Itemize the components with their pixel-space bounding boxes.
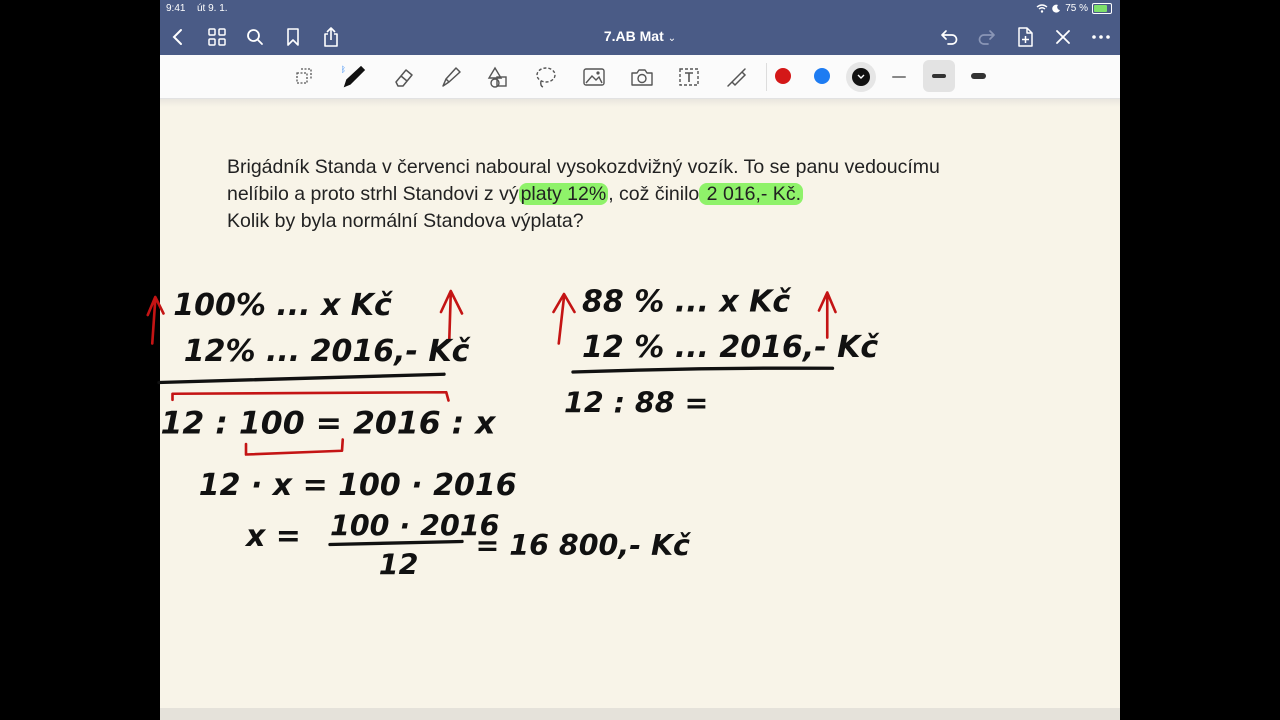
handwriting-left-proportion: 12 : 100 = 2016 : x <box>161 406 498 442</box>
close-button[interactable] <box>1047 18 1079 55</box>
handwriting-right-proportion: 12 : 88 = <box>564 387 708 420</box>
moon-icon <box>1052 4 1061 13</box>
bracket-inner <box>244 438 345 456</box>
divider-line-left <box>157 372 446 385</box>
arrow-right-1 <box>552 292 576 345</box>
redo-button[interactable] <box>971 18 1003 55</box>
arrow-left-1 <box>146 295 165 345</box>
battery-icon <box>1092 3 1112 14</box>
handwriting-left-step2-lhs: x = <box>244 519 301 554</box>
handwriting-left-step2-numerator: 100 · 2016 <box>330 510 499 543</box>
status-right: 75 % <box>1036 3 1112 14</box>
thickness-thick-option[interactable] <box>971 73 986 79</box>
handwriting-right-row1: 88 % ... x Kč <box>582 284 792 319</box>
handwriting-right-row2: 12 % ... 2016,- Kč <box>582 330 880 365</box>
wifi-icon <box>1036 4 1048 13</box>
redo-icon <box>978 29 995 45</box>
handwriting-layer: 100% ... x Kč 12% ... 2016,- Kč 12 : 100… <box>146 284 880 582</box>
bracket-outer <box>171 390 450 402</box>
battery-percent: 75 % <box>1065 3 1088 14</box>
divider-line-right <box>571 366 835 374</box>
add-page-button[interactable] <box>1009 18 1041 55</box>
handwriting-left-step1: 12 · x = 100 · 2016 <box>199 468 517 503</box>
handwriting-left-row2: 12% ... 2016,- Kč <box>184 334 472 369</box>
more-icon <box>1092 34 1110 39</box>
handwriting-left-result: = 16 800,- Kč <box>476 529 693 562</box>
close-icon <box>1056 29 1070 44</box>
add-page-icon <box>1018 26 1033 47</box>
more-button[interactable] <box>1085 18 1117 55</box>
handwriting-left-row1: 100% ... x Kč <box>173 288 394 323</box>
handwriting-left-step2-denominator: 12 <box>379 549 419 582</box>
